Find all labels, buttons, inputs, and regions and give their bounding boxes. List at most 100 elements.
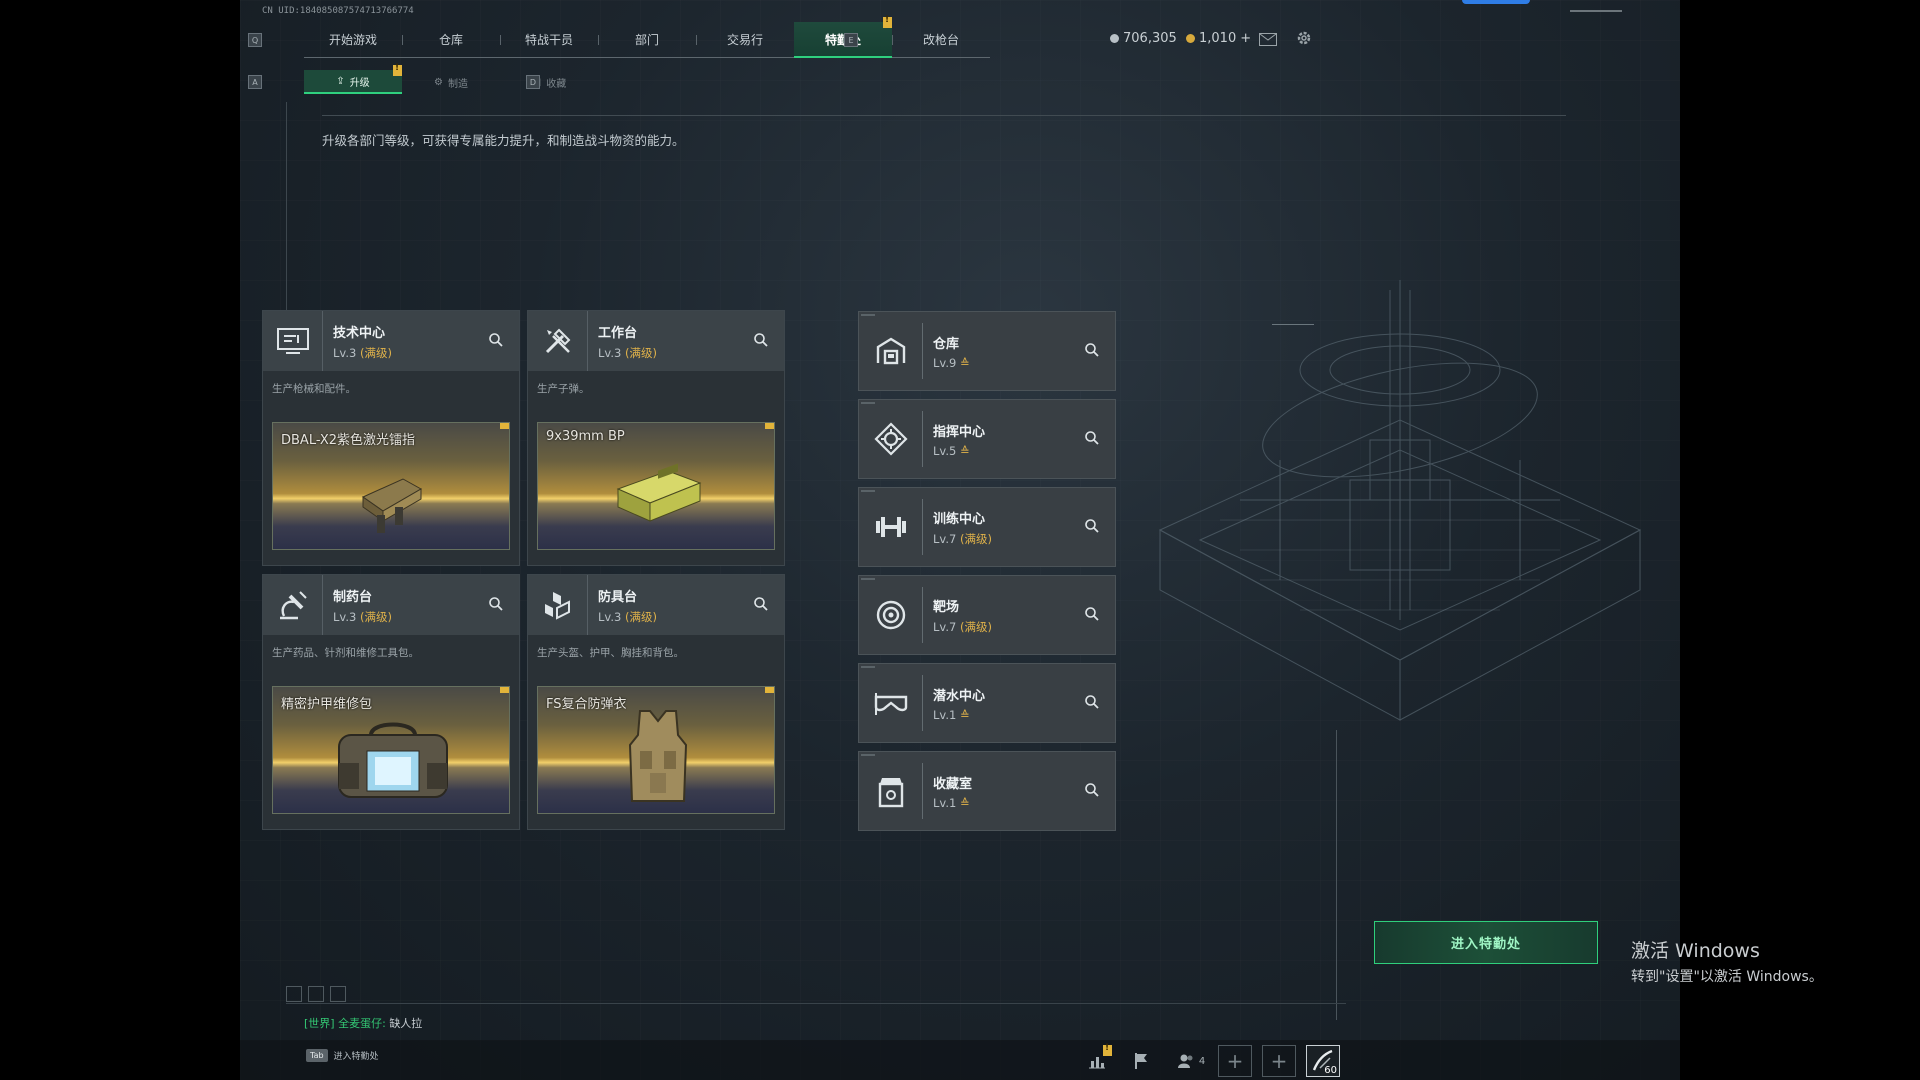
player-level: 60 [1324, 1065, 1337, 1076]
workbench-icon [528, 311, 588, 371]
upgrade-arrow-icon: ≙ [959, 707, 970, 722]
tab-operators[interactable]: 特战干员 [500, 22, 598, 58]
station-level: Lv.3 [333, 345, 357, 360]
station-card-armor-bench[interactable]: 防具台 Lv.3 (满级) 生产头盔、护甲、胸挂和背包。 FS复合防弹衣 [527, 574, 785, 830]
search-icon[interactable] [1083, 693, 1101, 711]
item-notification-badge [500, 423, 509, 429]
tab-hint[interactable]: Tab 进入特勤处 [306, 1049, 379, 1062]
search-icon[interactable] [1083, 341, 1101, 359]
quick-slot[interactable] [330, 986, 346, 1002]
facility-command-center[interactable]: 指挥中心 Lv.5 ≙ [858, 399, 1116, 479]
team-count: 4 [1198, 1055, 1206, 1067]
shooting-range-icon [859, 587, 923, 643]
main-nav: 开始游戏 仓库 特战干员 部门 交易行 特勤处 改枪台 [304, 15, 990, 58]
header-divider [322, 115, 1566, 116]
tab-warehouse[interactable]: 仓库 [402, 22, 500, 58]
training-center-icon [859, 499, 923, 555]
subtab-notification-badge [393, 63, 402, 76]
tab-key: Tab [306, 1049, 328, 1062]
subtab-upgrade[interactable]: ⇪ 升级 [304, 63, 402, 94]
station-level: Lv.3 [598, 609, 622, 624]
facility-level: Lv.1 [933, 707, 957, 722]
tech-center-icon [263, 311, 323, 371]
team-icon [1177, 1054, 1193, 1068]
command-center-icon [859, 411, 923, 467]
pharmacy-icon [263, 575, 323, 635]
station-card-tech-center[interactable]: 技术中心 Lv.3 (满级) 生产枪械和配件。 DBAL-X2紫色激光镭指 [262, 310, 520, 566]
tab-special-ops[interactable]: 特勤处 [794, 15, 892, 58]
tab-departments[interactable]: 部门 [598, 22, 696, 58]
add-currency-button[interactable]: + [1240, 31, 1251, 46]
search-icon[interactable] [752, 331, 770, 349]
search-icon[interactable] [487, 331, 505, 349]
search-icon[interactable] [1083, 429, 1101, 447]
station-name: 技术中心 [333, 325, 386, 341]
deco-tick [1272, 324, 1314, 325]
facility-name: 收藏室 [933, 776, 973, 792]
gold-coin-icon [1186, 34, 1195, 43]
chat-message: 缺人拉 [389, 1017, 423, 1030]
laser-device-image [361, 478, 423, 533]
search-icon[interactable] [1083, 517, 1101, 535]
left-deco-line [286, 102, 287, 324]
station-card-workbench[interactable]: 工作台 Lv.3 (满级) 生产子弹。 9x39mm BP [527, 310, 785, 566]
facility-name: 潜水中心 [933, 688, 986, 704]
crafting-item-slot[interactable]: 精密护甲维修包 [272, 686, 510, 814]
flag-icon[interactable] [1124, 1045, 1158, 1077]
gear-icon[interactable] [1293, 27, 1315, 49]
crafting-item-slot[interactable]: 9x39mm BP [537, 422, 775, 550]
mail-icon[interactable] [1257, 28, 1279, 50]
station-max-tag: (满级) [359, 345, 392, 360]
station-card-pharmacy[interactable]: 制药台 Lv.3 (满级) 生产药品、针剂和维修工具包。 精密护甲维修包 [262, 574, 520, 830]
search-icon[interactable] [487, 595, 505, 613]
tab-gunsmith[interactable]: 改枪台 [892, 22, 990, 58]
facility-diving-center[interactable]: 潜水中心 Lv.1 ≙ [858, 663, 1116, 743]
player-avatar[interactable]: 60 [1306, 1045, 1340, 1077]
subtab-collection[interactable]: ▤收藏 [500, 70, 598, 94]
crafting-item-slot[interactable]: FS复合防弹衣 [537, 686, 775, 814]
quick-slot[interactable] [286, 986, 302, 1002]
station-max-tag: (满级) [624, 345, 657, 360]
nav-key-left[interactable]: Q [248, 33, 262, 47]
search-icon[interactable] [752, 595, 770, 613]
search-icon[interactable] [1083, 781, 1101, 799]
plus-icon: + [1226, 1049, 1244, 1073]
crafting-item-name: 9x39mm BP [546, 429, 625, 444]
add-teammate-button-2[interactable]: + [1262, 1045, 1296, 1077]
upgrade-arrow-icon: ≙ [959, 795, 970, 810]
top-blue-cap [1462, 0, 1530, 4]
subnav-key-right[interactable]: D [526, 75, 540, 89]
craft-icon: ⚙ [434, 76, 443, 88]
item-notification-badge [765, 423, 774, 429]
facility-collection-room[interactable]: 收藏室 Lv.1 ≙ [858, 751, 1116, 831]
facility-name: 靶场 [933, 599, 960, 615]
facility-shooting-range[interactable]: 靶场 Lv.7 (满级) [858, 575, 1116, 655]
add-teammate-button-1[interactable]: + [1218, 1045, 1252, 1077]
tab-market[interactable]: 交易行 [696, 22, 794, 58]
crafting-item-slot[interactable]: DBAL-X2紫色激光镭指 [272, 422, 510, 550]
uid-label: CN UID:184085087574713766774 [262, 6, 414, 16]
stats-icon[interactable] [1080, 1043, 1114, 1077]
search-icon[interactable] [1083, 605, 1101, 623]
subnav-key-left[interactable]: A [248, 75, 262, 89]
crafting-item-name: FS复合防弹衣 [546, 697, 627, 712]
station-description: 生产子弹。 [537, 383, 590, 395]
station-max-tag: (满级) [359, 609, 392, 624]
item-notification-badge [765, 687, 774, 693]
subtab-craft[interactable]: ⚙ 制造 [402, 70, 500, 94]
facility-training-center[interactable]: 训练中心 Lv.7 (满级) [858, 487, 1116, 567]
facility-name: 指挥中心 [933, 424, 986, 440]
quick-slot[interactable] [308, 986, 324, 1002]
facility-warehouse[interactable]: 仓库 Lv.9 ≙ [858, 311, 1116, 391]
chat-line[interactable]: [世界] 全麦蛋仔: 缺人拉 [304, 1015, 422, 1031]
game-screen: CN UID:184085087574713766774 Q 开始游戏 仓库 特… [240, 0, 1680, 1080]
stats-notification-badge [1103, 1043, 1112, 1056]
ammo-box-image [616, 463, 702, 522]
chat-user: 全麦蛋仔: [338, 1017, 386, 1030]
team-indicator[interactable]: 4 [1168, 1045, 1214, 1077]
tab-start-game[interactable]: 开始游戏 [304, 22, 402, 58]
enter-special-ops-button[interactable]: 进入特勤处 [1374, 921, 1598, 964]
nav-key-right[interactable]: E [844, 33, 858, 47]
diving-center-icon [859, 675, 923, 731]
upgrade-arrow-icon: ≙ [959, 443, 970, 458]
